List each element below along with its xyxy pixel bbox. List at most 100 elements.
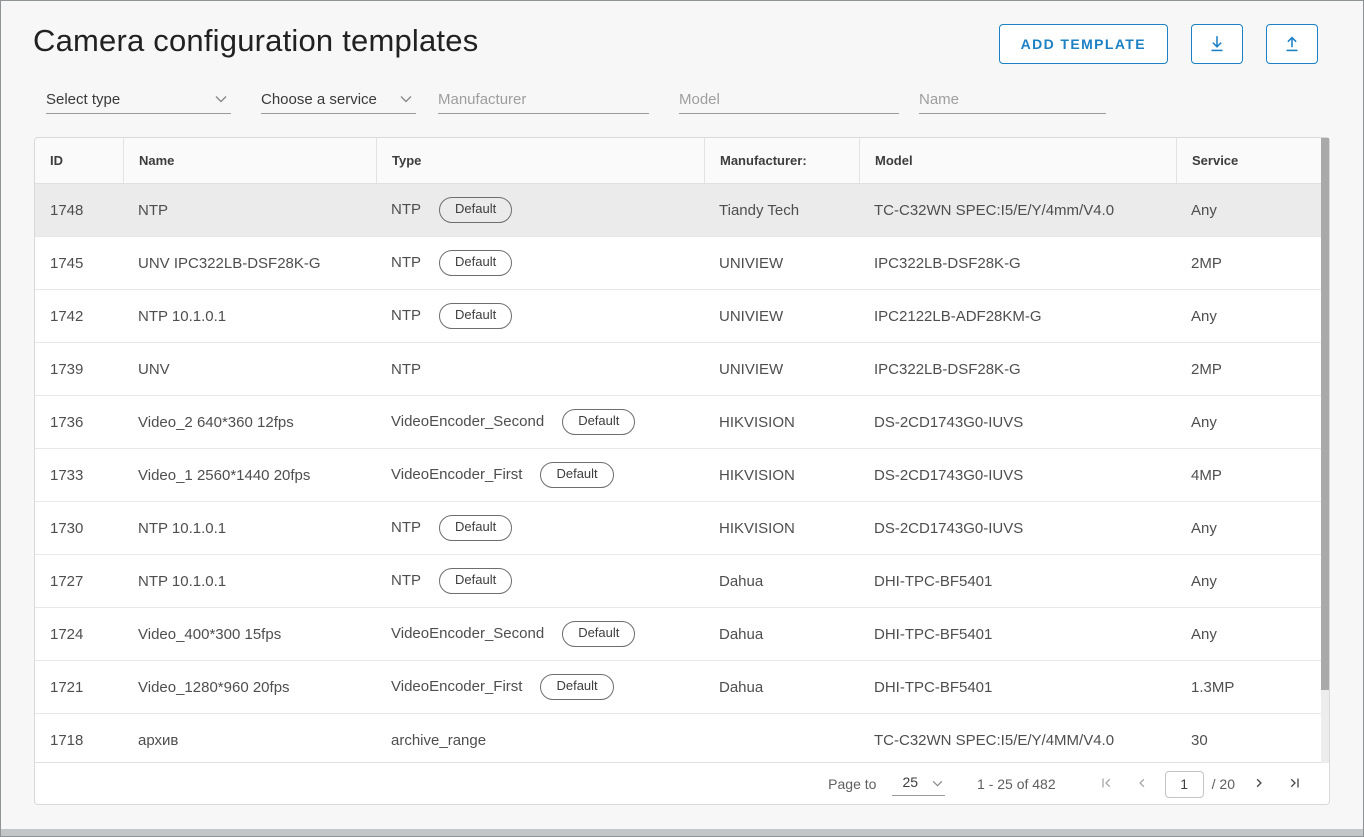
cell-model: DHI-TPC-BF5401	[859, 573, 1176, 590]
cell-id: 1724	[35, 626, 123, 643]
templates-table-card: ID Name Type Manufacturer: Model Service…	[34, 137, 1330, 805]
default-badge: Default	[562, 621, 635, 646]
table-row[interactable]: 1724 Video_400*300 15fps VideoEncoder_Se…	[35, 608, 1329, 661]
cell-id: 1745	[35, 255, 123, 272]
cell-service: 2MP	[1176, 255, 1329, 272]
page-size-select[interactable]: 25	[892, 772, 945, 796]
table-row[interactable]: 1730 NTP 10.1.0.1 NTP Default HIKVISION …	[35, 502, 1329, 555]
table-row[interactable]: 1733 Video_1 2560*1440 20fps VideoEncode…	[35, 449, 1329, 502]
cell-type: NTP Default	[376, 568, 704, 593]
cell-service: 30	[1176, 732, 1329, 749]
cell-name: NTP 10.1.0.1	[123, 573, 376, 590]
cell-manufacturer: Tiandy Tech	[704, 202, 859, 219]
column-header-id: ID	[35, 138, 123, 183]
default-badge: Default	[439, 197, 512, 222]
scrollbar-thumb[interactable]	[1321, 138, 1329, 690]
cell-type: NTP Default	[376, 250, 704, 275]
cell-type-label: NTP	[391, 201, 421, 218]
cell-manufacturer: Dahua	[704, 626, 859, 643]
default-badge: Default	[540, 674, 613, 699]
column-header-manufacturer: Manufacturer:	[704, 138, 859, 183]
cell-name: Video_1280*960 20fps	[123, 679, 376, 696]
add-template-button[interactable]: ADD TEMPLATE	[999, 24, 1168, 64]
cell-manufacturer: Dahua	[704, 679, 859, 696]
cell-model: DS-2CD1743G0-IUVS	[859, 520, 1176, 537]
previous-page-button[interactable]	[1131, 772, 1153, 797]
type-select[interactable]: Select type	[46, 85, 231, 114]
model-filter	[679, 85, 899, 114]
model-input[interactable]	[679, 91, 899, 108]
table-row[interactable]: 1718 архив archive_range TC-C32WN SPEC:I…	[35, 714, 1329, 762]
first-page-icon	[1097, 774, 1115, 795]
pagination-bar: Page to 25 1 - 25 of 482 / 20	[35, 762, 1329, 805]
current-page-input[interactable]	[1165, 771, 1204, 798]
table-row[interactable]: 1721 Video_1280*960 20fps VideoEncoder_F…	[35, 661, 1329, 714]
manufacturer-input[interactable]	[438, 91, 649, 108]
page-to-label: Page to	[828, 776, 876, 792]
cell-type: VideoEncoder_Second Default	[376, 621, 704, 646]
cell-type-label: VideoEncoder_Second	[391, 625, 544, 642]
cell-type-label: NTP	[391, 519, 421, 536]
cell-service: 2MP	[1176, 361, 1329, 378]
default-badge: Default	[439, 568, 512, 593]
cell-name: Video_1 2560*1440 20fps	[123, 467, 376, 484]
table-row[interactable]: 1727 NTP 10.1.0.1 NTP Default Dahua DHI-…	[35, 555, 1329, 608]
cell-model: IPC322LB-DSF28K-G	[859, 255, 1176, 272]
cell-type-label: VideoEncoder_First	[391, 678, 522, 695]
top-bar: Camera configuration templates ADD TEMPL…	[1, 1, 1363, 64]
cell-id: 1739	[35, 361, 123, 378]
next-page-button[interactable]	[1248, 772, 1270, 797]
default-badge: Default	[439, 250, 512, 275]
cell-name: Video_2 640*360 12fps	[123, 414, 376, 431]
upload-button[interactable]	[1266, 24, 1318, 64]
table-row[interactable]: 1739 UNV NTP UNIVIEW IPC322LB-DSF28K-G 2…	[35, 343, 1329, 396]
cell-service: Any	[1176, 573, 1329, 590]
cell-type: NTP Default	[376, 515, 704, 540]
cell-type: NTP	[376, 361, 704, 378]
cell-type-label: NTP	[391, 361, 421, 378]
cell-id: 1730	[35, 520, 123, 537]
toolbar-actions: ADD TEMPLATE	[999, 24, 1318, 64]
cell-service: Any	[1176, 414, 1329, 431]
chevron-left-icon	[1133, 774, 1151, 795]
download-button[interactable]	[1191, 24, 1243, 64]
cell-type-label: VideoEncoder_First	[391, 466, 522, 483]
cell-model: DS-2CD1743G0-IUVS	[859, 414, 1176, 431]
cell-name: UNV	[123, 361, 376, 378]
column-header-service: Service	[1176, 138, 1329, 183]
page-title: Camera configuration templates	[33, 21, 478, 61]
name-filter	[919, 85, 1106, 114]
cell-name: NTP 10.1.0.1	[123, 308, 376, 325]
cell-id: 1736	[35, 414, 123, 431]
default-badge: Default	[439, 515, 512, 540]
cell-type: VideoEncoder_First Default	[376, 462, 704, 487]
cell-name: архив	[123, 732, 376, 749]
cell-id: 1721	[35, 679, 123, 696]
cell-manufacturer: UNIVIEW	[704, 255, 859, 272]
cell-id: 1733	[35, 467, 123, 484]
cell-model: TC-C32WN SPEC:I5/E/Y/4MM/V4.0	[859, 732, 1176, 749]
cell-manufacturer: UNIVIEW	[704, 308, 859, 325]
last-page-button[interactable]	[1284, 772, 1306, 797]
default-badge: Default	[562, 409, 635, 434]
cell-type: archive_range	[376, 732, 704, 749]
table-row[interactable]: 1748 NTP NTP Default Tiandy Tech TC-C32W…	[35, 184, 1329, 237]
first-page-button[interactable]	[1095, 772, 1117, 797]
cell-name: Video_400*300 15fps	[123, 626, 376, 643]
name-input[interactable]	[919, 91, 1106, 108]
type-select-label: Select type	[46, 91, 120, 108]
cell-model: IPC2122LB-ADF28KM-G	[859, 308, 1176, 325]
table-row[interactable]: 1742 NTP 10.1.0.1 NTP Default UNIVIEW IP…	[35, 290, 1329, 343]
chevron-down-icon	[400, 90, 412, 108]
table-row[interactable]: 1736 Video_2 640*360 12fps VideoEncoder_…	[35, 396, 1329, 449]
cell-model: DS-2CD1743G0-IUVS	[859, 467, 1176, 484]
cell-manufacturer: HIKVISION	[704, 414, 859, 431]
table-row[interactable]: 1745 UNV IPC322LB-DSF28K-G NTP Default U…	[35, 237, 1329, 290]
cell-model: IPC322LB-DSF28K-G	[859, 361, 1176, 378]
cell-id: 1718	[35, 732, 123, 749]
service-select[interactable]: Choose a service	[261, 85, 416, 114]
default-badge: Default	[439, 303, 512, 328]
cell-type: VideoEncoder_First Default	[376, 674, 704, 699]
table-body: 1748 NTP NTP Default Tiandy Tech TC-C32W…	[35, 184, 1329, 762]
cell-name: NTP 10.1.0.1	[123, 520, 376, 537]
